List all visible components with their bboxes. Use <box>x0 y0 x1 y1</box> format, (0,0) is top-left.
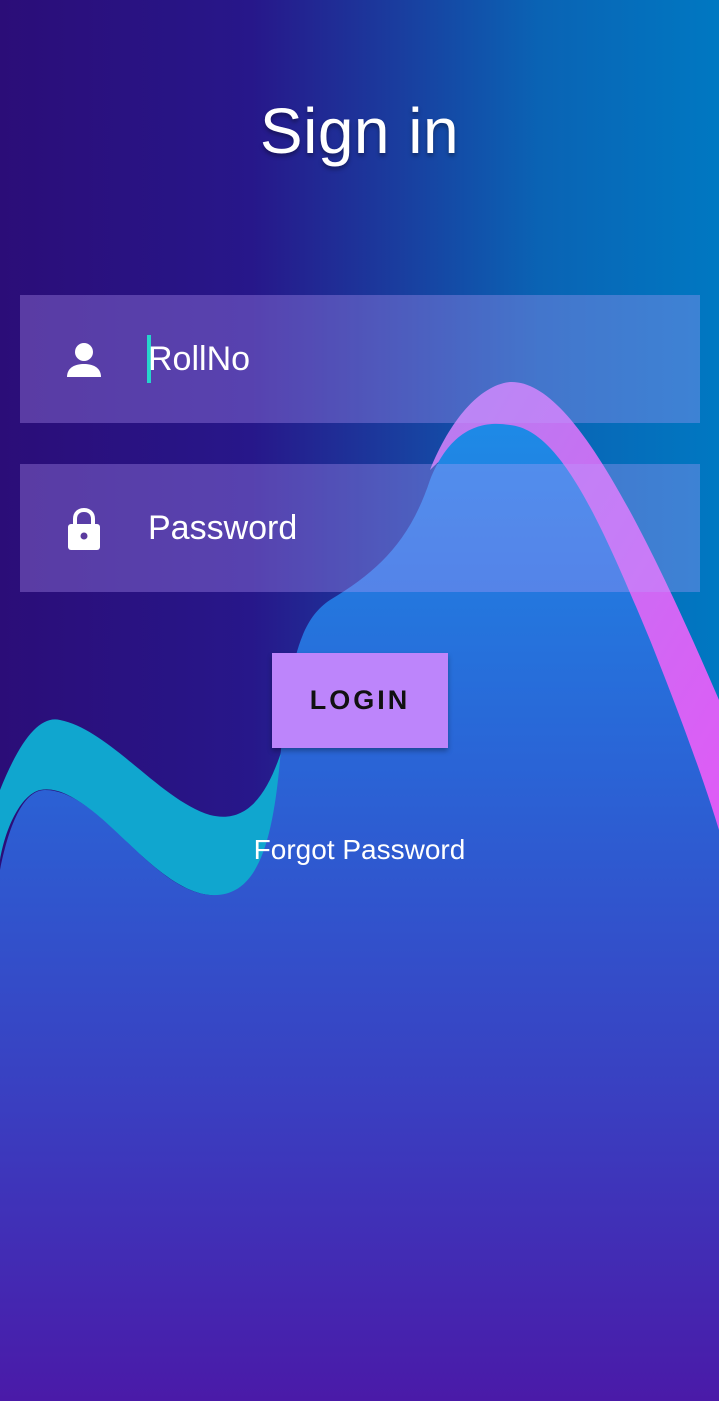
login-button[interactable]: LOGIN <box>272 653 448 748</box>
password-field[interactable] <box>20 464 700 592</box>
forgot-password-link[interactable]: Forgot Password <box>0 830 719 870</box>
rollno-input[interactable] <box>148 295 688 423</box>
page-title: Sign in <box>259 95 460 167</box>
person-icon <box>67 343 101 377</box>
password-input[interactable] <box>148 464 688 592</box>
rollno-field[interactable] <box>20 295 700 423</box>
lock-icon <box>68 507 100 550</box>
sign-in-screen: Sign in LOGIN Forgot Password <box>0 0 719 1401</box>
